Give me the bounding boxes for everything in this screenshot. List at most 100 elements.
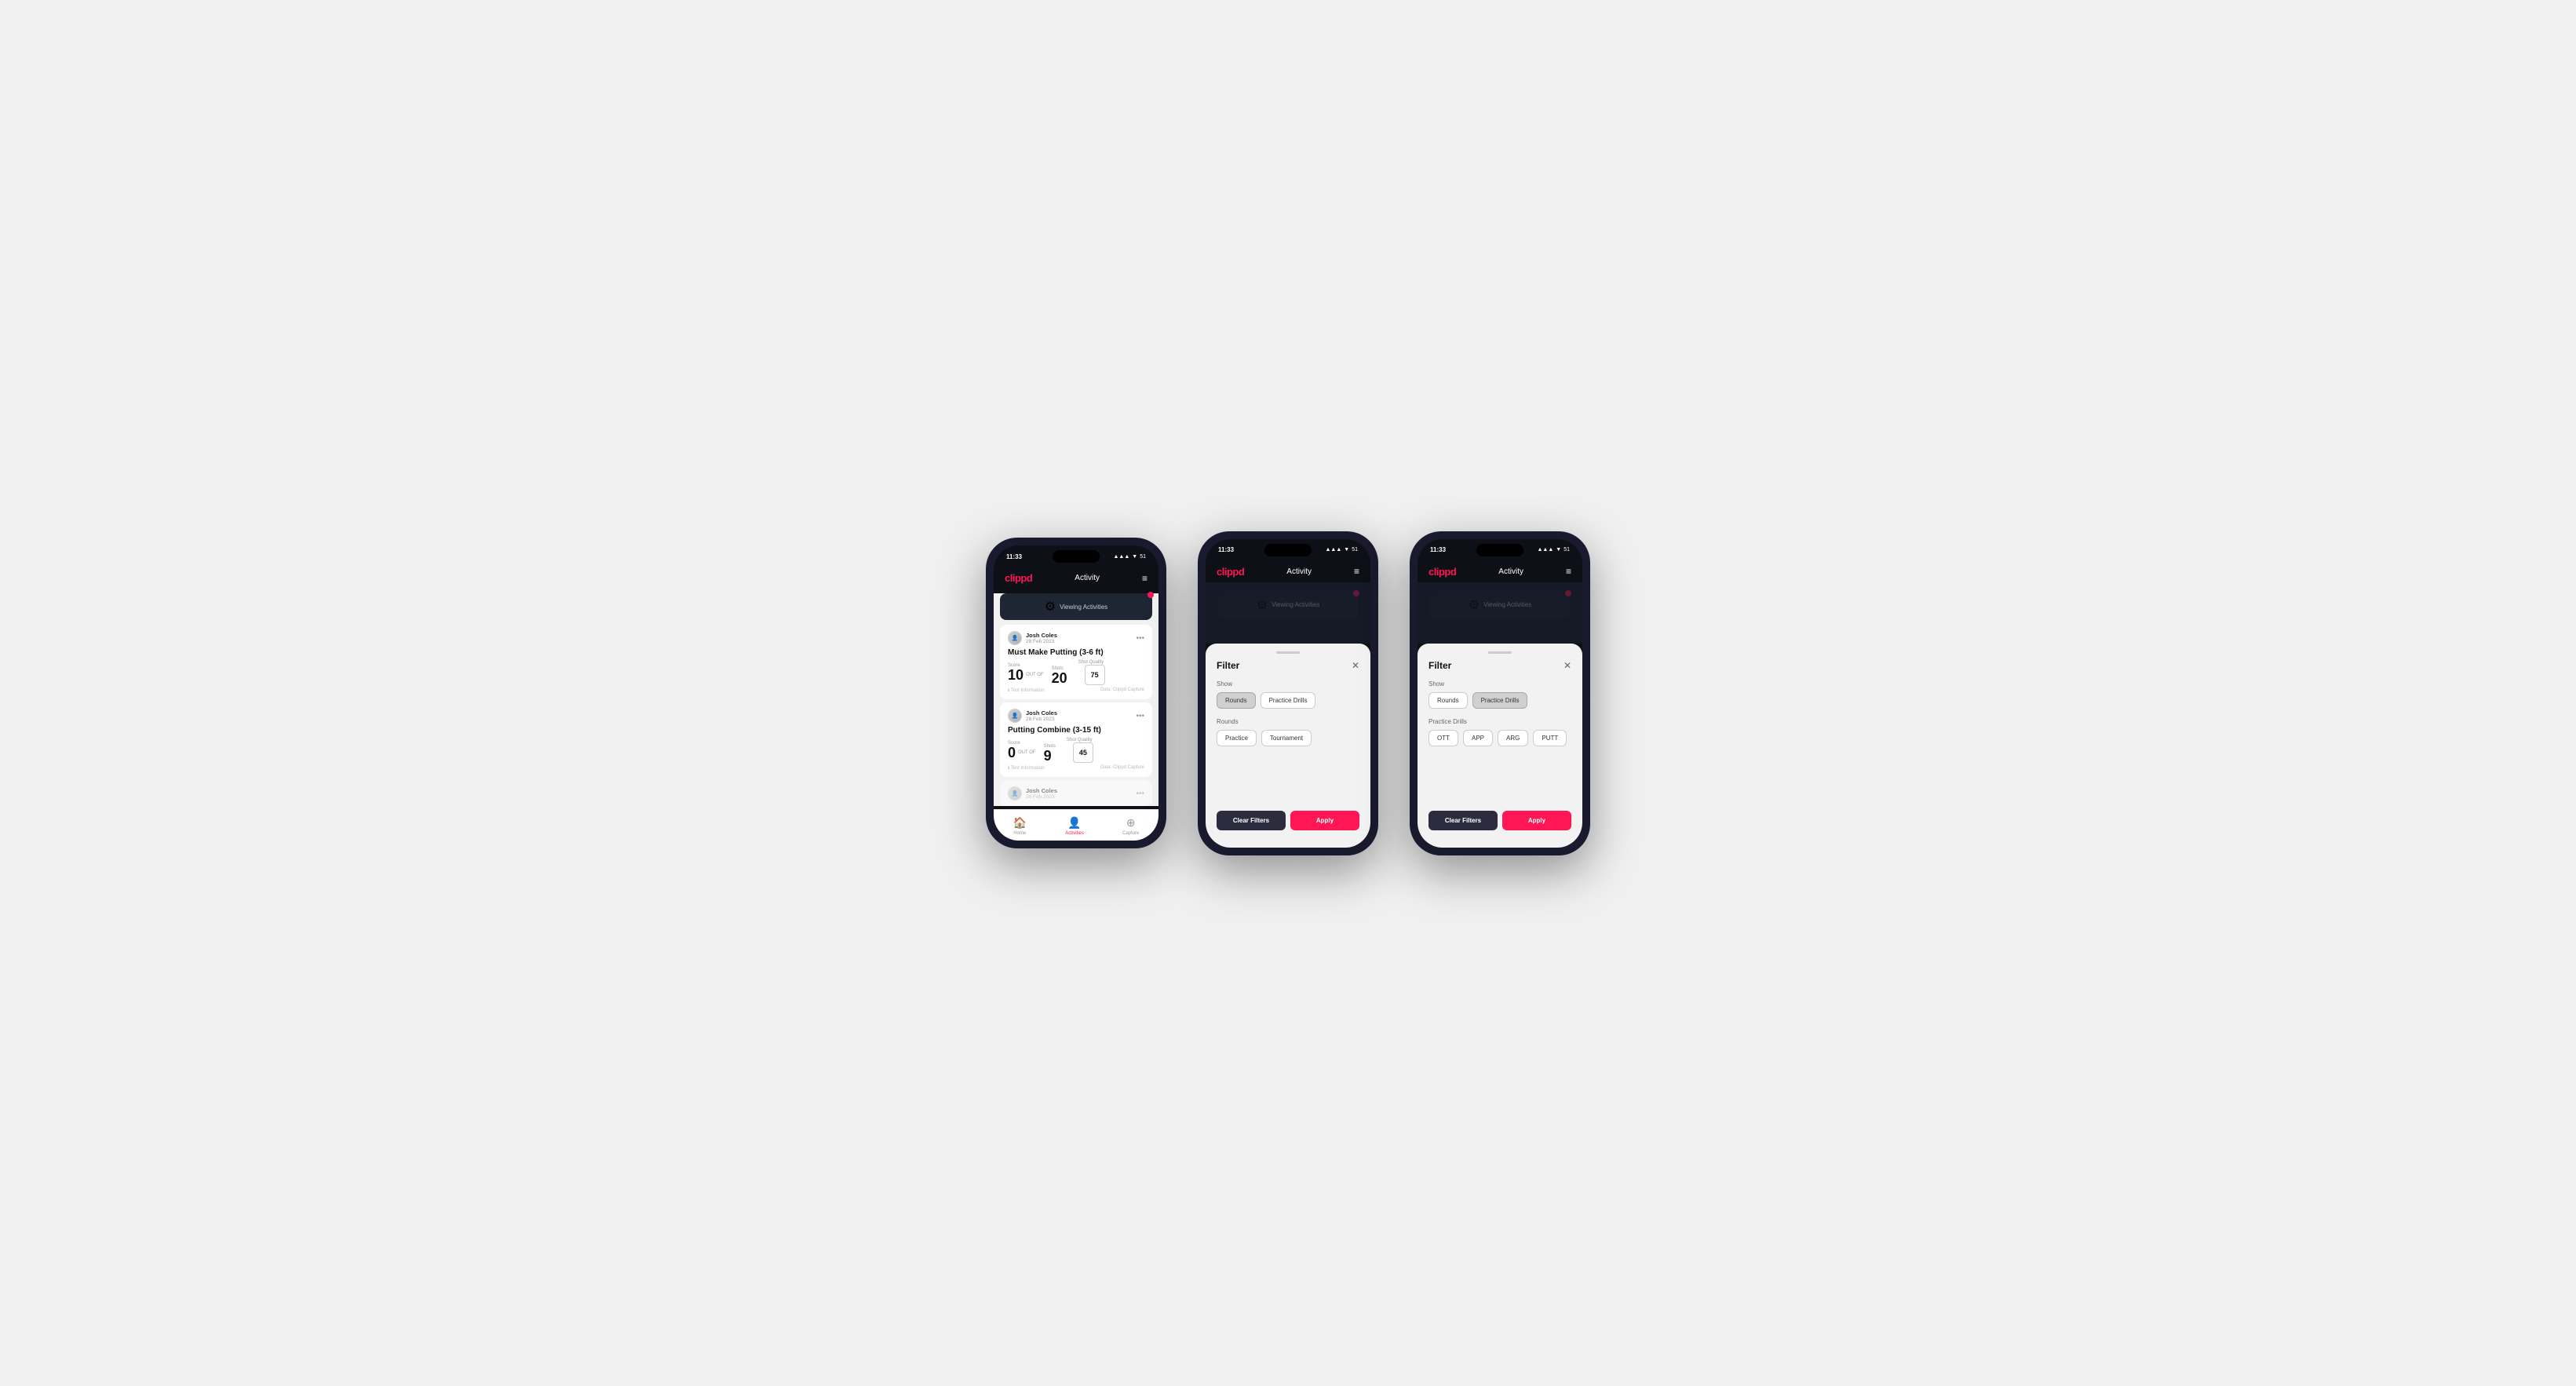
menu-icon-3[interactable]: ≡ (1566, 566, 1571, 577)
battery-icon-2: 51 (1352, 547, 1358, 553)
bottom-nav-1: 🏠 Home 👤 Activities ⊕ Capture (994, 809, 1158, 841)
filter-sheet-2: Filter ✕ Show Rounds Practice Drills Rou… (1206, 644, 1370, 848)
viewing-banner-3-dim: ⚙ Viewing Activities (1430, 592, 1570, 618)
apply-btn-2[interactable]: Apply (1290, 811, 1359, 830)
app-header-3: clippd Activity ≡ (1418, 561, 1582, 582)
ott-btn[interactable]: OTT (1428, 730, 1458, 746)
rounds-section-label-2: Rounds (1217, 718, 1359, 725)
sheet-handle-2 (1276, 651, 1300, 654)
activities-icon: 👤 (1067, 816, 1081, 830)
info-text-2: ℹ Test Information (1008, 765, 1045, 771)
user-info-2: 👤 Josh Coles 28 Feb 2023 (1008, 709, 1057, 723)
nav-capture[interactable]: ⊕ Capture (1122, 816, 1139, 836)
shot-quality-1: 75 (1085, 665, 1105, 685)
nav-activities[interactable]: 👤 Activities (1065, 816, 1084, 836)
header-title-2: Activity (1286, 567, 1312, 576)
score-value-1: 10 (1008, 668, 1023, 682)
filter-icon-3: ⚙ (1469, 597, 1480, 613)
activity-card-1[interactable]: 👤 Josh Coles 28 Feb 2023 ••• Must Make P… (1000, 625, 1152, 699)
activity-title-2: Putting Combine (3-15 ft) (1008, 726, 1144, 735)
wifi-icon-3: ▼ (1556, 547, 1561, 553)
putt-btn[interactable]: PUTT (1533, 730, 1567, 746)
app-header-2: clippd Activity ≡ (1206, 561, 1370, 582)
wifi-icon: ▼ (1132, 554, 1137, 560)
close-filter-3[interactable]: ✕ (1563, 660, 1571, 671)
logo-1: clippd (1005, 572, 1032, 584)
practice-drills-btn-2[interactable]: Practice Drills (1261, 692, 1316, 709)
close-filter-2[interactable]: ✕ (1352, 660, 1359, 671)
drill-buttons-3: OTT APP ARG PUTT (1425, 730, 1574, 753)
show-buttons-3: Rounds Practice Drills (1425, 692, 1574, 715)
viewing-banner-2-dim: ⚙ Viewing Activities (1218, 592, 1358, 618)
arg-btn[interactable]: ARG (1498, 730, 1528, 746)
logo-2: clippd (1217, 566, 1244, 578)
practice-round-btn[interactable]: Practice (1217, 730, 1257, 746)
header-title-1: Activity (1075, 574, 1100, 582)
score-value-2: 0 (1008, 746, 1016, 760)
data-source-2: Data: Clippd Capture (1100, 765, 1144, 771)
nav-activities-label: Activities (1065, 831, 1084, 836)
time-1: 11:33 (1006, 553, 1022, 560)
shots-value-2: 9 (1044, 749, 1056, 763)
filter-sheet-3: Filter ✕ Show Rounds Practice Drills Pra… (1418, 644, 1582, 848)
clear-filters-btn-2[interactable]: Clear Filters (1217, 811, 1286, 830)
round-buttons-2: Practice Tournament (1213, 730, 1363, 753)
home-icon: 🏠 (1013, 816, 1027, 830)
time-3: 11:33 (1430, 546, 1446, 553)
practice-drills-section-label: Practice Drills (1428, 718, 1571, 725)
practice-drills-btn-3[interactable]: Practice Drills (1472, 692, 1528, 709)
nav-home[interactable]: 🏠 Home (1013, 816, 1027, 836)
capture-icon: ⊕ (1126, 816, 1136, 830)
phone-1: 11:33 ▲▲▲ ▼ 51 clippd Activity ≡ ⚙ Viewi… (986, 538, 1166, 848)
user-date-1: 28 Feb 2023 (1026, 639, 1057, 644)
user-name-1: Josh Coles (1026, 632, 1057, 639)
info-text-1: ℹ Test Information (1008, 688, 1045, 693)
signal-icon-3: ▲▲▲ (1537, 547, 1553, 553)
viewing-banner-text-1: Viewing Activities (1060, 604, 1107, 611)
filter-actions-2: Clear Filters Apply (1213, 800, 1363, 833)
out-of-2: OUT OF (1018, 750, 1036, 755)
phone-3: 11:33 ▲▲▲ ▼ 51 clippd Activity ≡ ⚙ Viewi… (1410, 531, 1590, 855)
nav-home-label: Home (1013, 831, 1026, 836)
user-date-2: 28 Feb 2023 (1026, 717, 1057, 722)
time-2: 11:33 (1218, 546, 1234, 553)
more-menu-1[interactable]: ••• (1136, 634, 1144, 643)
user-info-1: 👤 Josh Coles 28 Feb 2023 (1008, 631, 1057, 645)
show-buttons-2: Rounds Practice Drills (1213, 692, 1363, 715)
logo-3: clippd (1428, 566, 1456, 578)
notification-dot-3 (1565, 590, 1571, 596)
rounds-btn-3[interactable]: Rounds (1428, 692, 1468, 709)
status-icons-2: ▲▲▲ ▼ 51 (1325, 547, 1358, 553)
rounds-btn-2[interactable]: Rounds (1217, 692, 1256, 709)
nav-capture-label: Capture (1122, 831, 1139, 836)
wifi-icon-2: ▼ (1344, 547, 1349, 553)
clear-filters-btn-3[interactable]: Clear Filters (1428, 811, 1498, 830)
filter-icon-2: ⚙ (1257, 597, 1268, 613)
out-of-1: OUT OF (1026, 673, 1044, 677)
user-name-2: Josh Coles (1026, 709, 1057, 717)
status-icons-3: ▲▲▲ ▼ 51 (1537, 547, 1570, 553)
status-bar-3: 11:33 ▲▲▲ ▼ 51 (1418, 539, 1582, 561)
dimmed-background-2: ⚙ Viewing Activities (1206, 582, 1370, 644)
avatar-1: 👤 (1008, 631, 1022, 645)
activity-title-1: Must Make Putting (3-6 ft) (1008, 648, 1144, 657)
activity-card-2[interactable]: 👤 Josh Coles 28 Feb 2023 ••• Putting Com… (1000, 702, 1152, 777)
more-menu-2[interactable]: ••• (1136, 712, 1144, 720)
notification-dot-1 (1148, 592, 1154, 598)
header-title-3: Activity (1498, 567, 1523, 576)
avatar-2: 👤 (1008, 709, 1022, 723)
phone-2: 11:33 ▲▲▲ ▼ 51 clippd Activity ≡ ⚙ Viewi… (1198, 531, 1378, 855)
viewing-banner-1[interactable]: ⚙ Viewing Activities (1000, 593, 1152, 620)
tournament-btn[interactable]: Tournament (1261, 730, 1312, 746)
app-btn[interactable]: APP (1463, 730, 1493, 746)
signal-icon-2: ▲▲▲ (1325, 547, 1341, 553)
battery-icon: 51 (1140, 554, 1146, 560)
menu-icon-1[interactable]: ≡ (1142, 573, 1148, 584)
filter-title-2: Filter (1217, 660, 1239, 671)
filter-title-3: Filter (1428, 660, 1451, 671)
menu-icon-2[interactable]: ≡ (1354, 566, 1359, 577)
shots-value-1: 20 (1052, 671, 1067, 685)
apply-btn-3[interactable]: Apply (1502, 811, 1571, 830)
sheet-handle-3 (1488, 651, 1512, 654)
status-bar-2: 11:33 ▲▲▲ ▼ 51 (1206, 539, 1370, 561)
